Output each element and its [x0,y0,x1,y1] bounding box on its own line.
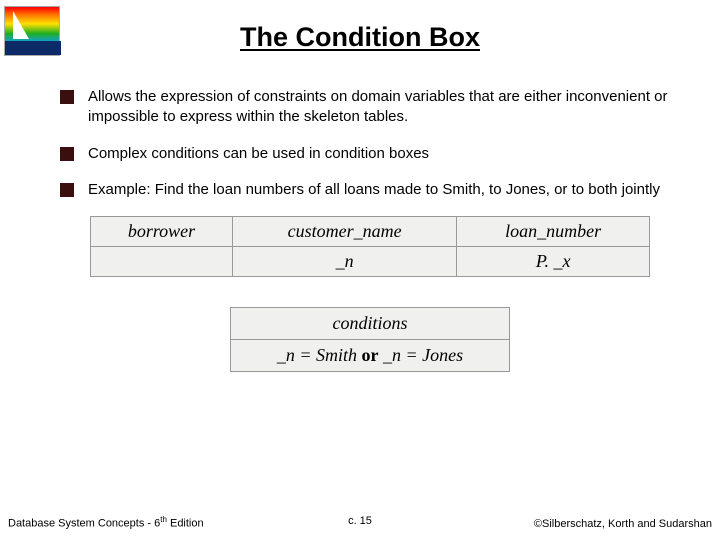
table-cell: P. _x [457,247,650,277]
table-header: loan_number [457,217,650,247]
table-row: _n P. _x [91,247,650,277]
table-header: customer_name [232,217,456,247]
footer: Database System Concepts - 6th Edition c… [0,515,720,530]
cond-op: or [362,345,379,365]
logo-icon [4,6,60,56]
bullet-item: Example: Find the loan numbers of all lo… [60,180,680,200]
condition-box-table: conditions _n = Smith or _n = Jones [230,307,510,372]
table-cell [91,247,233,277]
figures: borrower customer_name loan_number _n P.… [0,216,720,372]
table-row: borrower customer_name loan_number [91,217,650,247]
table-header: borrower [91,217,233,247]
table-header: conditions [231,308,510,340]
cond-part: _n = Jones [379,345,464,365]
footer-left-suffix: Edition [167,518,204,530]
bullet-item: Allows the expression of constraints on … [60,87,680,128]
slide: The Condition Box Allows the expression … [0,0,720,540]
content-area: Allows the expression of constraints on … [0,53,720,200]
footer-center: c. 15 [348,515,372,527]
cond-part: _n = Smith [277,345,362,365]
table-row: _n = Smith or _n = Jones [231,340,510,372]
footer-left-sup: th [160,515,167,524]
skeleton-table: borrower customer_name loan_number _n P.… [90,216,650,277]
table-row: conditions [231,308,510,340]
footer-right: ©Silberschatz, Korth and Sudarshan [534,518,712,530]
bullet-item: Complex conditions can be used in condit… [60,144,680,164]
footer-left: Database System Concepts - 6th Edition [8,515,204,530]
slide-title: The Condition Box [0,0,720,53]
table-cell: _n [232,247,456,277]
table-cell: _n = Smith or _n = Jones [231,340,510,372]
footer-left-prefix: Database System Concepts - 6 [8,518,160,530]
